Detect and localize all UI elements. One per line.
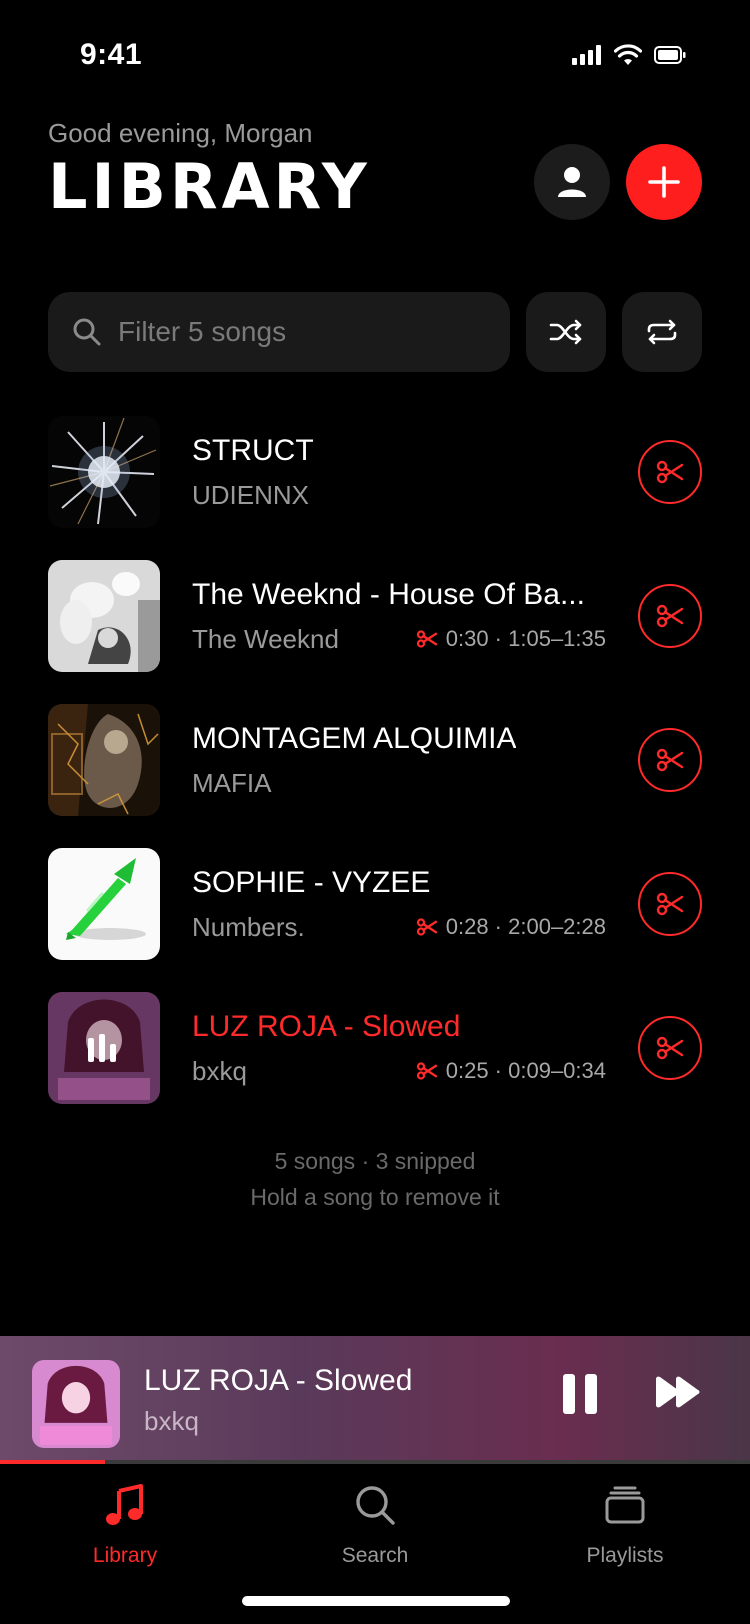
greeting: Good evening, Morgan (48, 118, 313, 148)
song-title: STRUCT (192, 434, 314, 467)
snip-button[interactable] (638, 1016, 702, 1080)
song-artist: The Weeknd (192, 624, 339, 654)
snip-info: 0:30 · 1:05–1:35 (416, 626, 606, 652)
music-note-icon (106, 1484, 143, 1525)
now-playing-art (32, 1360, 120, 1448)
song-title: SOPHIE - VYZEE (192, 866, 431, 899)
song-title: MONTAGEM ALQUIMIA (192, 722, 517, 755)
snip-range: 0:30 · 1:05–1:35 (445, 626, 606, 651)
next-button[interactable] (654, 1376, 702, 1413)
song-row[interactable]: SOPHIE - VYZEE Numbers. 0:28 · 2:00–2:28 (0, 840, 750, 984)
status-icons (572, 44, 686, 66)
album-art (48, 992, 160, 1104)
scissors-icon (656, 1036, 684, 1060)
scissors-icon (416, 630, 437, 648)
filter-box[interactable] (48, 292, 510, 372)
song-row[interactable]: LUZ ROJA - Slowed bxkq 0:25 · 0:09–0:34 (0, 984, 750, 1128)
search-icon (356, 1486, 395, 1525)
plus-icon (648, 166, 680, 198)
battery-icon (654, 46, 686, 64)
snip-button[interactable] (638, 728, 702, 792)
song-title: LUZ ROJA - Slowed (192, 1010, 461, 1043)
song-artist: bxkq (192, 1056, 247, 1086)
album-art (48, 416, 160, 528)
wifi-icon (614, 44, 642, 65)
scissors-icon (656, 460, 684, 484)
album-art (48, 848, 160, 960)
playlists-icon (605, 1486, 645, 1524)
user-icon (558, 167, 586, 197)
repeat-icon (647, 319, 677, 345)
pause-button[interactable] (558, 1374, 602, 1420)
tab-search[interactable]: Search (295, 1480, 455, 1568)
song-artist: Numbers. (192, 912, 305, 942)
repeat-button[interactable] (622, 292, 702, 372)
snip-button[interactable] (638, 584, 702, 648)
song-artist: UDIENNX (192, 480, 310, 510)
album-art (48, 704, 160, 816)
fast-forward-icon (656, 1376, 700, 1408)
scissors-icon (656, 748, 684, 772)
scissors-icon (656, 604, 684, 628)
filter-input[interactable] (118, 316, 498, 348)
song-list: STRUCT UDIENNX The Weeknd - House Of Ba.… (0, 408, 750, 1128)
song-row[interactable]: STRUCT UDIENNX (0, 408, 750, 552)
snip-button[interactable] (638, 440, 702, 504)
library-hint: Hold a song to remove it (250, 1184, 500, 1210)
scissors-icon (416, 1062, 437, 1080)
shuffle-button[interactable] (526, 292, 606, 372)
snip-info: 0:25 · 0:09–0:34 (416, 1058, 606, 1084)
song-row[interactable]: MONTAGEM ALQUIMIA MAFIA (0, 696, 750, 840)
profile-button[interactable] (534, 144, 610, 220)
album-art (48, 560, 160, 672)
equalizer-icon (88, 1034, 116, 1062)
snip-button[interactable] (638, 872, 702, 936)
scissors-icon (656, 892, 684, 916)
now-playing-title: LUZ ROJA - Slowed (144, 1364, 413, 1397)
now-playing-artist: bxkq (144, 1406, 199, 1436)
search-icon (73, 318, 101, 346)
tab-label: Library (92, 1544, 158, 1567)
library-summary: 5 songs · 3 snipped (274, 1148, 476, 1174)
song-row[interactable]: The Weeknd - House Of Ba... The Weeknd 0… (0, 552, 750, 696)
tab-playlists[interactable]: Playlists (545, 1480, 705, 1568)
snip-range: 0:25 · 0:09–0:34 (445, 1058, 606, 1083)
status-bar: 9:41 (0, 0, 750, 100)
add-song-button[interactable] (626, 144, 702, 220)
tab-library[interactable]: Library (45, 1480, 205, 1568)
snip-info: 0:28 · 2:00–2:28 (416, 914, 606, 940)
pause-icon (563, 1374, 575, 1414)
snip-range: 0:28 · 2:00–2:28 (445, 914, 606, 939)
page-title: LIBRARY (48, 150, 371, 223)
mini-player[interactable]: LUZ ROJA - Slowed bxkq (0, 1336, 750, 1462)
song-artist: MAFIA (192, 768, 272, 798)
tab-label: Playlists (586, 1544, 664, 1567)
tab-label: Search (341, 1544, 409, 1567)
shuffle-icon (549, 319, 582, 345)
status-time: 9:41 (80, 38, 143, 71)
song-title: The Weeknd - House Of Ba... (192, 578, 585, 611)
signal-icon (572, 45, 601, 65)
scissors-icon (416, 918, 437, 936)
home-indicator[interactable] (242, 1596, 510, 1606)
